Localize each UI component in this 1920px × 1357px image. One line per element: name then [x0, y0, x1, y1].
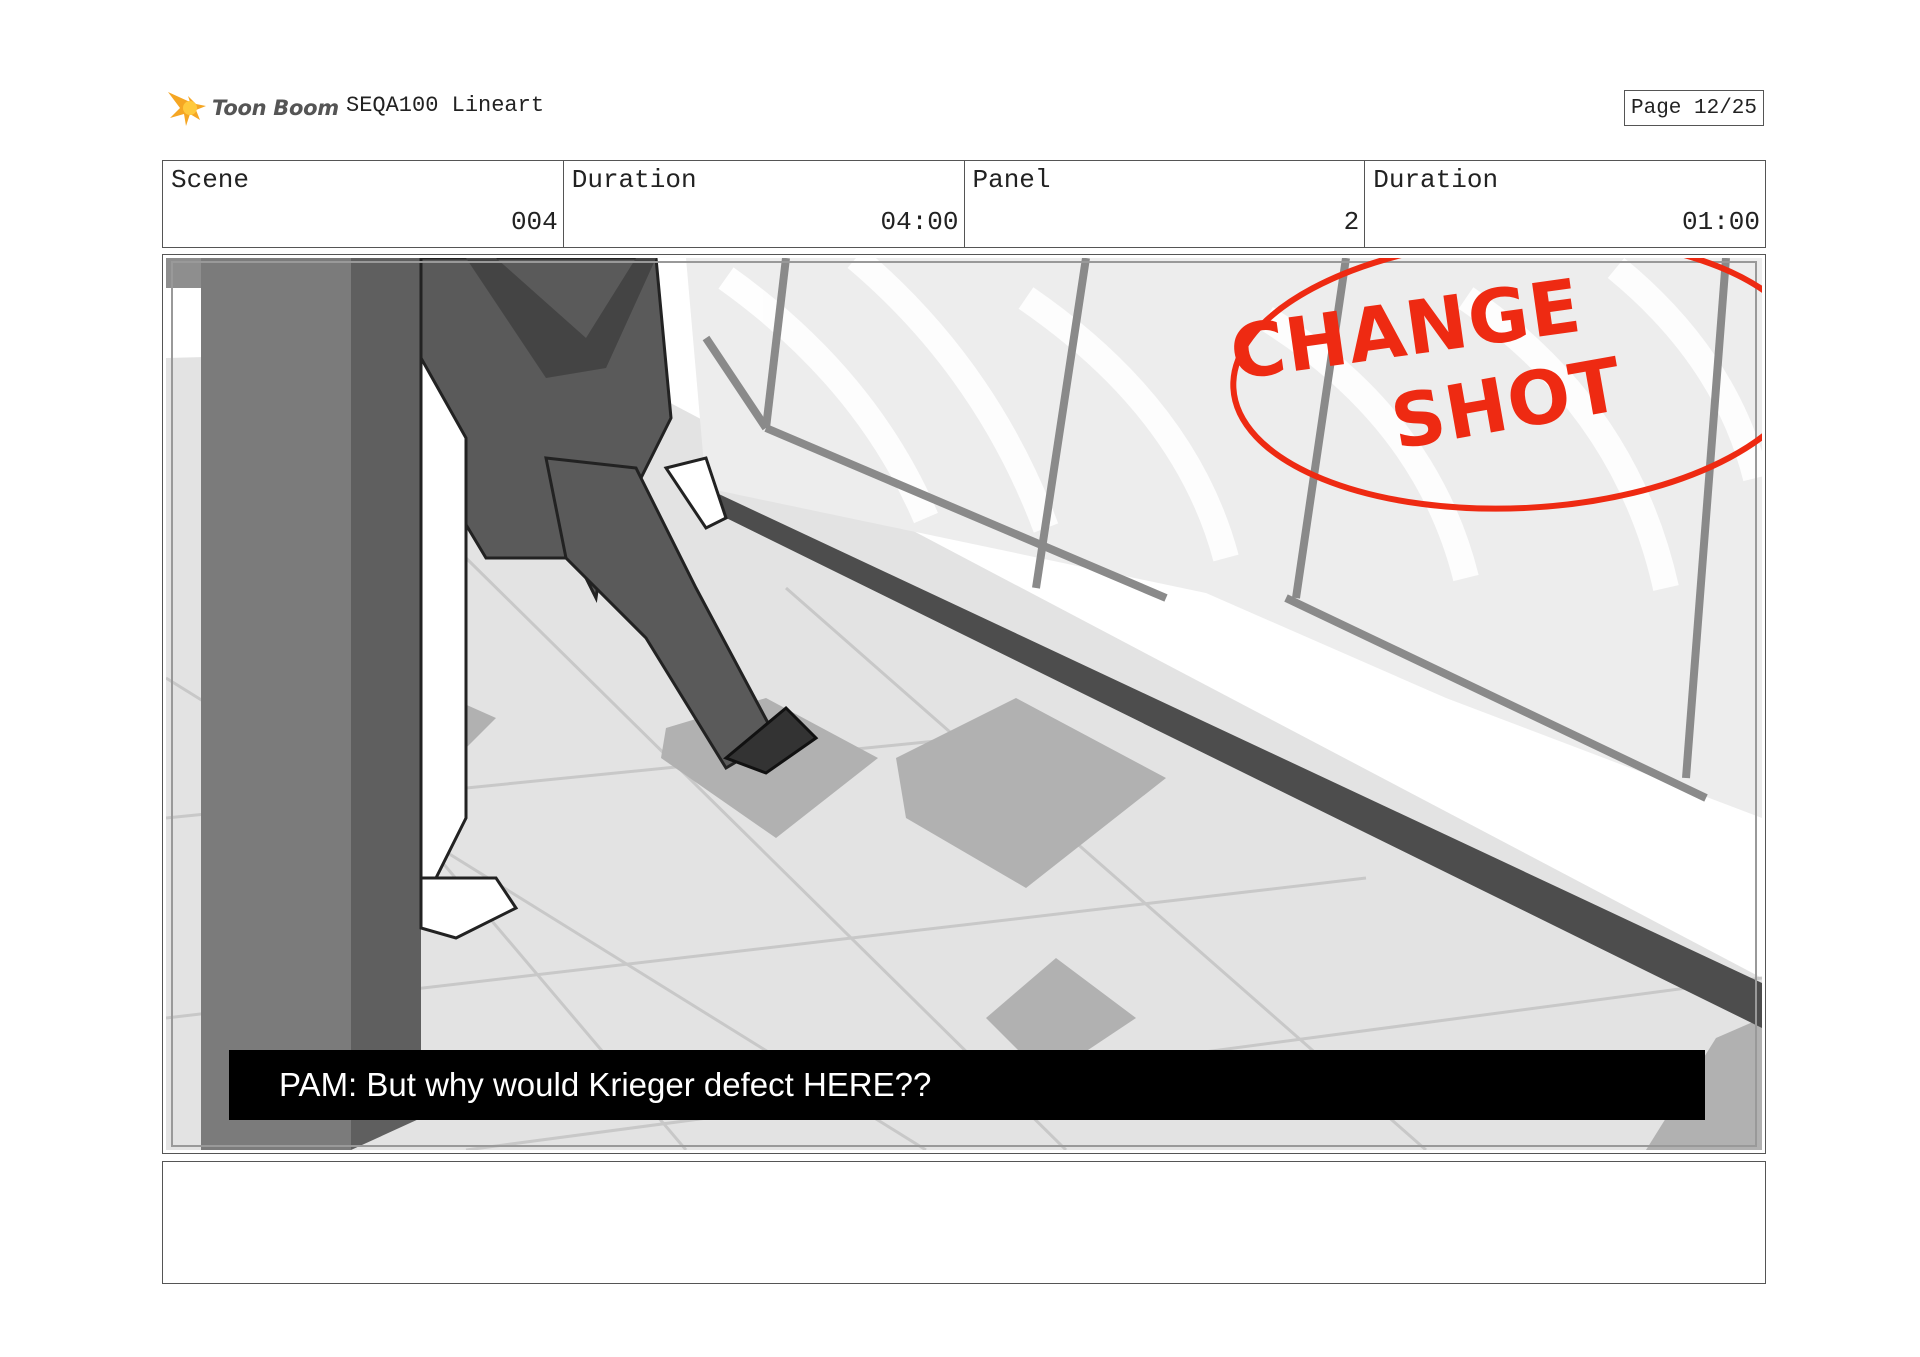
scene-duration-label: Duration	[571, 165, 697, 195]
scene-duration-value: 04:00	[880, 207, 959, 237]
panel-cell: Panel 2	[965, 161, 1366, 247]
info-table: Scene 004 Duration 04:00 Panel 2 Duratio…	[162, 160, 1766, 248]
panel-duration-value: 01:00	[1681, 207, 1760, 237]
scene-label: Scene	[171, 165, 250, 195]
notes-area	[162, 1161, 1766, 1284]
star-burst-icon	[168, 92, 206, 126]
dialogue-caption: PAM: But why would Krieger defect HERE??	[229, 1050, 1705, 1120]
panel-duration-cell: Duration 01:00	[1365, 161, 1765, 247]
pillar	[201, 258, 351, 1150]
toon-boom-logo: Toon Boom	[166, 86, 339, 130]
scene-cell: Scene 004	[163, 161, 564, 247]
scene-value: 004	[510, 207, 558, 237]
panel-duration-label: Duration	[1373, 165, 1499, 195]
scene-duration-cell: Duration 04:00	[564, 161, 965, 247]
panel-label: Panel	[972, 165, 1051, 195]
page-indicator: Page 12/25	[1624, 90, 1764, 126]
logo-text: Toon Boom	[212, 96, 339, 120]
panel-value: 2	[1343, 207, 1360, 237]
project-title: SEQA100 Lineart	[346, 93, 545, 118]
